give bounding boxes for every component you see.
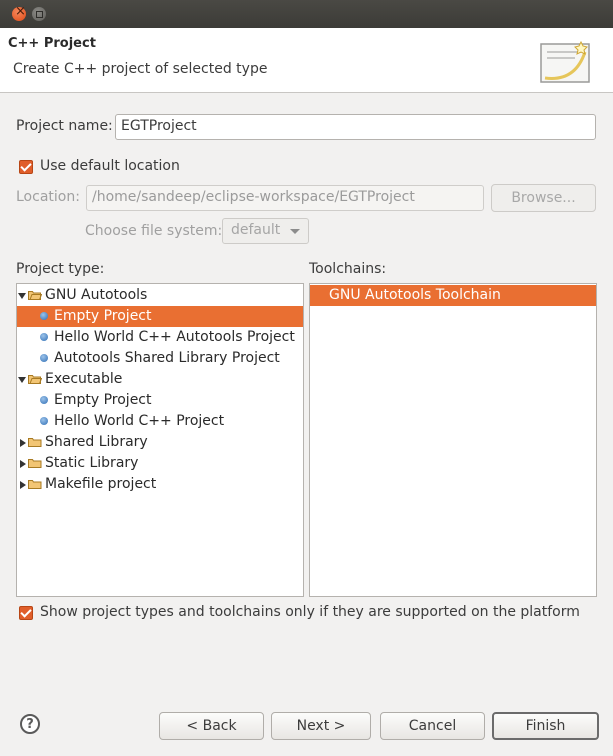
use-default-location-checkbox[interactable] — [19, 160, 33, 174]
window-titlebar — [0, 0, 613, 28]
next-button[interactable]: Next > — [271, 712, 371, 740]
tree-item-row[interactable]: Empty Project — [17, 306, 303, 327]
expand-open-icon[interactable] — [18, 293, 26, 299]
cancel-button[interactable]: Cancel — [380, 712, 485, 740]
expand-open-icon[interactable] — [18, 377, 26, 383]
project-type-tree[interactable]: GNU Autotools Empty Project Hello World C+… — [16, 283, 304, 597]
folder-icon — [28, 438, 42, 447]
project-template-icon — [40, 354, 48, 362]
back-button[interactable]: < Back — [159, 712, 264, 740]
tree-folder-row[interactable]: Executable — [17, 369, 303, 390]
expand-closed-icon[interactable] — [20, 460, 26, 468]
tree-folder-row[interactable]: Static Library — [17, 453, 303, 474]
project-template-icon — [40, 333, 48, 341]
folder-icon — [28, 459, 42, 468]
project-name-label: Project name: — [16, 118, 113, 134]
project-type-label: Project type: — [16, 261, 105, 277]
project-template-icon — [40, 417, 48, 425]
finish-button[interactable]: Finish — [492, 712, 599, 740]
tree-folder-row[interactable]: Makefile project — [17, 474, 303, 495]
tree-item-label: Hello World C++ Project — [54, 413, 225, 429]
folder-icon — [28, 375, 42, 384]
minimize-icon[interactable] — [32, 7, 46, 21]
show-supported-label: Show project types and toolchains only i… — [40, 604, 580, 620]
project-template-icon — [40, 312, 48, 320]
tree-item-row[interactable]: Hello World C++ Autotools Project — [17, 327, 303, 348]
tree-item-label: Empty Project — [54, 308, 152, 324]
folder-icon — [28, 480, 42, 489]
show-supported-checkbox[interactable] — [19, 606, 33, 620]
tree-folder-row[interactable]: GNU Autotools — [17, 285, 303, 306]
toolchain-item[interactable]: GNU Autotools Toolchain — [310, 285, 596, 306]
browse-button[interactable]: Browse... — [491, 184, 596, 212]
page-title: C++ Project — [8, 36, 96, 51]
tree-item-row[interactable]: Hello World C++ Project — [17, 411, 303, 432]
location-label: Location: — [16, 189, 80, 205]
tree-folder-label: GNU Autotools — [45, 287, 148, 303]
chevron-down-icon — [290, 229, 300, 234]
tree-item-label: Hello World C++ Autotools Project — [54, 329, 295, 345]
toolchains-label: Toolchains: — [309, 261, 387, 277]
help-icon[interactable]: ? — [20, 714, 40, 734]
project-template-icon — [40, 396, 48, 404]
tree-folder-label: Executable — [45, 371, 123, 387]
tree-item-label: Empty Project — [54, 392, 152, 408]
tree-item-row[interactable]: Empty Project — [17, 390, 303, 411]
file-system-label: Choose file system: — [85, 223, 223, 239]
folder-icon — [28, 291, 42, 300]
file-system-value: default — [231, 222, 281, 238]
toolchains-list[interactable]: GNU Autotools Toolchain — [309, 283, 597, 597]
tree-folder-label: Static Library — [45, 455, 139, 471]
wizard-header: C++ Project Create C++ project of select… — [0, 28, 613, 93]
expand-closed-icon[interactable] — [20, 481, 26, 489]
location-input[interactable]: /home/sandeep/eclipse-workspace/EGTProje… — [86, 185, 484, 211]
tree-folder-label: Shared Library — [45, 434, 148, 450]
project-name-input[interactable]: EGTProject — [115, 114, 596, 140]
page-description: Create C++ project of selected type — [13, 61, 268, 77]
tree-item-row[interactable]: Autotools Shared Library Project — [17, 348, 303, 369]
tree-folder-label: Makefile project — [45, 476, 157, 492]
close-icon[interactable] — [12, 4, 26, 21]
expand-closed-icon[interactable] — [20, 439, 26, 447]
tree-item-label: Autotools Shared Library Project — [54, 350, 280, 366]
tree-folder-row[interactable]: Shared Library — [17, 432, 303, 453]
use-default-location-label: Use default location — [40, 158, 180, 174]
file-system-select[interactable]: default — [222, 218, 309, 244]
wizard-banner-icon — [540, 40, 590, 83]
